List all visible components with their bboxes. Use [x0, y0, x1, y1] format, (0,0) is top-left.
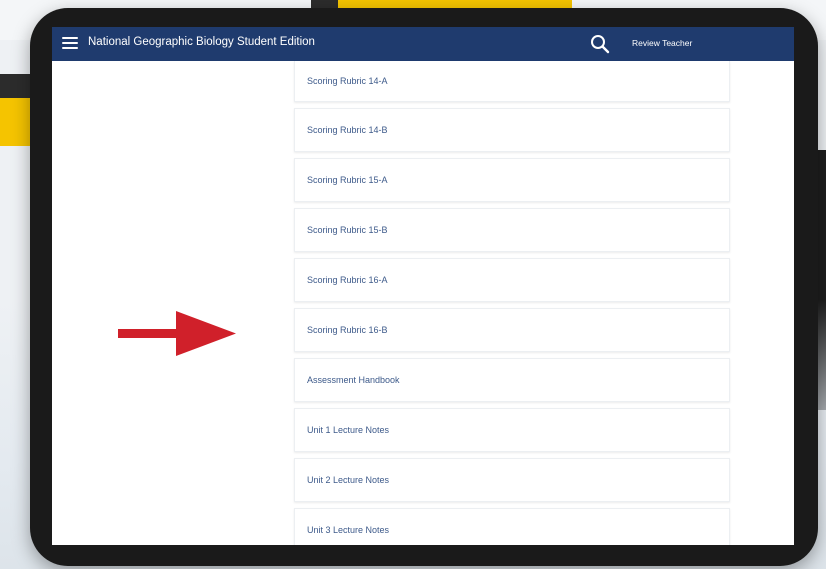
- list-item-label: Scoring Rubric 14-A: [307, 76, 388, 86]
- list-item-label: Unit 1 Lecture Notes: [307, 425, 390, 435]
- list-item[interactable]: Scoring Rubric 14-B: [294, 108, 730, 152]
- list-item[interactable]: Scoring Rubric 15-A: [294, 158, 730, 202]
- list-item-label: Unit 2 Lecture Notes: [307, 475, 390, 485]
- list-item-label: Assessment Handbook: [307, 375, 400, 385]
- red-arrow-icon: [118, 311, 236, 356]
- resource-list: Scoring Rubric 14-A Scoring Rubric 14-B …: [294, 61, 730, 545]
- list-item-label: Scoring Rubric 14-B: [307, 125, 388, 135]
- user-account-label[interactable]: Review Teacher: [632, 38, 692, 48]
- list-item[interactable]: Assessment Handbook: [294, 358, 730, 402]
- list-item[interactable]: Scoring Rubric 15-B: [294, 208, 730, 252]
- list-item[interactable]: Scoring Rubric 14-A: [294, 61, 730, 102]
- list-item-label: Scoring Rubric 16-B: [307, 325, 388, 335]
- list-item-label: Scoring Rubric 15-A: [307, 175, 388, 185]
- background-dark-tab: [311, 0, 339, 8]
- list-item[interactable]: Unit 3 Lecture Notes: [294, 508, 730, 545]
- list-item[interactable]: Scoring Rubric 16-A: [294, 258, 730, 302]
- list-item-label: Scoring Rubric 16-A: [307, 275, 388, 285]
- app-title: National Geographic Biology Student Edit…: [88, 36, 315, 48]
- app-header: National Geographic Biology Student Edit…: [52, 27, 794, 61]
- search-icon[interactable]: [590, 34, 610, 54]
- tablet-screen: National Geographic Biology Student Edit…: [52, 27, 794, 545]
- list-item-label: Scoring Rubric 15-B: [307, 225, 388, 235]
- background-yellow-banner: [338, 0, 572, 8]
- list-item-label: Unit 3 Lecture Notes: [307, 525, 390, 535]
- list-item[interactable]: Unit 2 Lecture Notes: [294, 458, 730, 502]
- list-item-highlighted[interactable]: Scoring Rubric 16-B: [294, 308, 730, 352]
- list-item[interactable]: Unit 1 Lecture Notes: [294, 408, 730, 452]
- hamburger-menu-icon[interactable]: [62, 37, 78, 50]
